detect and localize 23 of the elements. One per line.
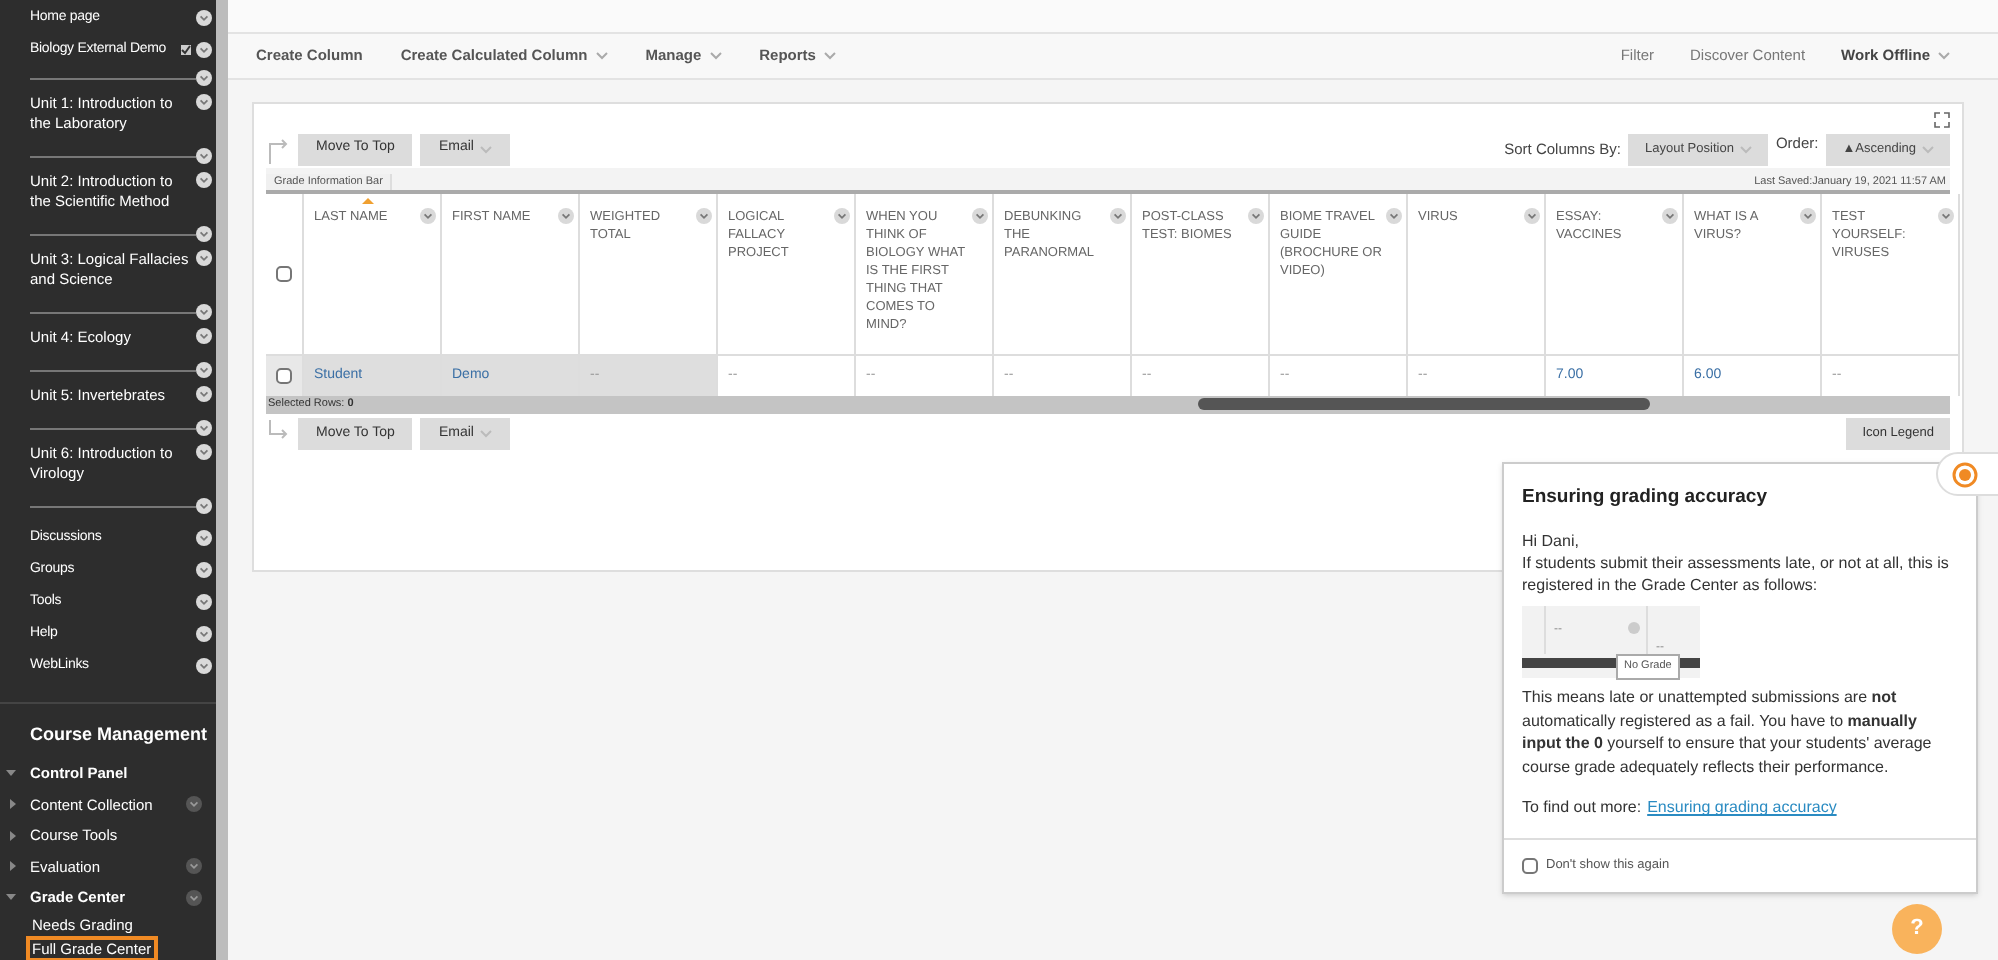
intro-text: If students submit their assessments late, or not at all, this is registered in the Grade Center as follows: — [1522, 552, 1951, 597]
e-logo-icon — [1952, 461, 1978, 487]
caret-icon — [1739, 145, 1752, 153]
section-title: Course Management — [28, 722, 210, 748]
assistant-tab[interactable] — [1936, 452, 1998, 496]
scrollbar-thumb[interactable] — [1198, 398, 1650, 410]
caret-icon — [1922, 145, 1934, 153]
caret-icon — [479, 430, 492, 438]
caret-icon — [479, 145, 492, 153]
info-link[interactable]: Ensuring grading accuracy — [1647, 796, 1837, 821]
explanation-text: This means late or unattempted submissions are not automatically registered as a fail. You have to manually input the 0 yourself to ensure that your students' average course grade adequately reflects their performance. — [1522, 686, 1934, 779]
expand-icon[interactable] — [1934, 112, 1950, 128]
row-checkbox[interactable] — [276, 368, 292, 384]
arrow-icon — [266, 135, 290, 163]
caret-icon — [823, 52, 836, 60]
select-all-checkbox[interactable] — [276, 266, 292, 282]
caret-icon — [709, 52, 722, 60]
more-label: To find out more: — [1522, 796, 1642, 821]
popup-title: Ensuring grading accuracy — [1522, 484, 1769, 512]
caret-icon — [1938, 52, 1950, 60]
caret-icon — [595, 52, 608, 60]
dont-show-checkbox[interactable] — [1522, 858, 1538, 875]
greeting: Hi Dani, — [1522, 530, 1581, 553]
